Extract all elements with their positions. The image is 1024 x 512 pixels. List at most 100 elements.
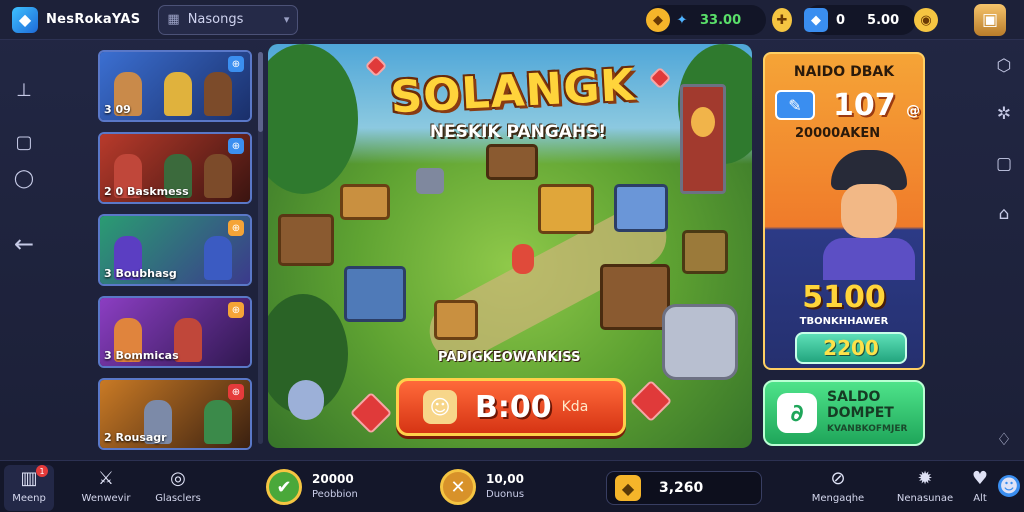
mail-icon[interactable]: ▢: [984, 152, 1024, 176]
resource-coins-value: 5.00: [867, 12, 900, 28]
building-cart[interactable]: [434, 300, 478, 340]
resource-coin-small[interactable]: ✚: [772, 5, 792, 35]
nav-classes[interactable]: ◎ Glasclers: [150, 465, 206, 511]
stone-orb: [288, 380, 324, 420]
game-card[interactable]: ⊕ 3 09: [98, 50, 252, 122]
wallet-line3: KVANBKOFMJER: [827, 424, 908, 434]
promo-sub: 20000AKEN: [795, 126, 881, 141]
stat-bonus-label: Duonus: [486, 489, 525, 500]
left-rail: ⊥ ▢ ◯ ←: [0, 40, 46, 460]
notification-badge: 1: [36, 465, 48, 477]
card-badge: ⊕: [228, 302, 244, 318]
app-window: ◆ NesRokaYAS ▦ Nasongs ▾ ◆ ✦ 33.00 ✚ ◆ 0…: [0, 0, 1024, 512]
promo-buy-button[interactable]: 2200: [795, 332, 907, 364]
nav-missions-label: Mengaqhe: [811, 493, 865, 504]
grid-icon: ▦: [167, 12, 180, 27]
scene-caption: PADIGKEOWANKISS: [438, 350, 581, 365]
coin-balance[interactable]: ◆ 3,260: [606, 471, 762, 505]
resource-crystal-value: 33.00: [700, 12, 742, 28]
app-logo-icon[interactable]: ◆: [12, 6, 38, 33]
game-card[interactable]: ⊕ 3 Boubhasg: [98, 214, 252, 286]
promo-big-value: 107 @: [833, 88, 921, 123]
play-button[interactable]: ☺ B:00 Kda: [396, 378, 626, 436]
wallet-icon: ∂: [777, 393, 817, 433]
stat-bonus[interactable]: ✕ 10,00 Duonus: [440, 467, 524, 507]
stat-trophies-value: 20000: [312, 472, 354, 486]
character-face: [841, 184, 897, 238]
location-icon[interactable]: ◯: [12, 166, 36, 190]
coin-icon: ✚: [772, 8, 792, 32]
building-portal[interactable]: [662, 304, 738, 380]
building-workshop[interactable]: [538, 184, 594, 234]
sword-icon: ⚔: [97, 467, 115, 489]
building-storage[interactable]: [614, 184, 668, 232]
trophy-icon: ✔: [266, 469, 302, 505]
resource-coin-add[interactable]: ◉: [914, 5, 944, 35]
profile-icon[interactable]: ♢: [984, 428, 1024, 452]
gem-icon: ◆: [804, 8, 828, 32]
gear-icon[interactable]: ✲: [984, 102, 1024, 126]
energy-icon: ✦: [676, 12, 688, 28]
building-treasure[interactable]: [600, 264, 670, 330]
game-scene[interactable]: SOLANGK NESKIK PANGAHS! PADIGKEOWANKISS …: [268, 44, 752, 448]
stat-trophies-text: 20000 Peobbion: [312, 471, 358, 503]
hero-figure: [204, 400, 232, 444]
stat-bonus-value: 10,00: [486, 472, 524, 486]
nav-battle-label: Wenwevir: [81, 493, 131, 504]
sliders-icon[interactable]: ⊥: [12, 78, 36, 102]
hero-figure: [204, 236, 232, 280]
game-card[interactable]: ⊕ 3 Bommicas: [98, 296, 252, 368]
gem-icon[interactable]: [349, 391, 393, 435]
unit-figure[interactable]: [512, 244, 534, 274]
nav-battle[interactable]: ⚔ Wenwevir: [76, 465, 136, 511]
nav-profile[interactable]: ☻: [996, 465, 1022, 511]
promo-offer-panel[interactable]: NAIDO DBAK ✎ 107 @ 20000AKEN 5100 TBONKH…: [763, 52, 925, 370]
shop-icon[interactable]: ⌂: [984, 202, 1024, 226]
game-logo-subtitle: NESKIK PANGAHS!: [429, 122, 607, 142]
scrollbar-thumb[interactable]: [258, 52, 263, 132]
compass-icon: ⊘: [830, 467, 846, 489]
resource-crystal[interactable]: ◆ ✦ 33.00: [646, 5, 766, 35]
game-card[interactable]: ⊕ 2 0 Baskmess: [98, 132, 252, 204]
play-button-unit: Kda: [561, 399, 589, 415]
nav-alt-label: Alt: [973, 493, 987, 504]
promo-caption: TBONKHHAWER: [799, 316, 889, 327]
nav-guild-label: Nenasunae: [896, 493, 954, 504]
building-gate[interactable]: [278, 214, 334, 266]
card-badge: ⊕: [228, 220, 244, 236]
stat-bonus-text: 10,00 Duonus: [486, 471, 524, 503]
backpack-icon[interactable]: ▣: [974, 4, 1006, 36]
game-list-scrollbar[interactable]: [258, 52, 263, 444]
building-tower[interactable]: [344, 266, 406, 322]
heart-icon: ♥: [971, 467, 989, 489]
building-barracks[interactable]: [486, 144, 538, 180]
wallet-button[interactable]: ∂ SALDO DOMPET KVANBKOFMJER: [763, 380, 925, 446]
ticket-icon: ✎: [775, 90, 815, 120]
stat-trophies-label: Peobbion: [312, 489, 358, 500]
nav-missions[interactable]: ⊘ Mengaqhe: [808, 465, 868, 511]
nav-classes-label: Glasclers: [155, 493, 201, 504]
resource-energy-value: 0: [836, 12, 846, 28]
nav-home[interactable]: ▥ Meenp 1: [4, 465, 54, 511]
coin-balance-value: 3,260: [659, 480, 704, 496]
gem-icon[interactable]: [629, 379, 673, 423]
chevron-down-icon: ▾: [283, 13, 290, 26]
character-body: [823, 238, 915, 280]
building-cannon[interactable]: [340, 184, 390, 220]
avatar-icon: ☺: [423, 390, 457, 424]
nav-alt[interactable]: ♥ Alt: [966, 465, 994, 511]
nav-guild[interactable]: ✹ Nenasunae: [892, 465, 958, 511]
stat-trophies[interactable]: ✔ 20000 Peobbion: [266, 467, 358, 507]
card-badge: ⊕: [228, 138, 244, 154]
building-hut[interactable]: [682, 230, 728, 274]
back-arrow-icon[interactable]: ←: [12, 230, 36, 258]
promo-character: [823, 150, 915, 280]
wallet-text: SALDO DOMPET KVANBKOFMJER: [827, 389, 907, 437]
inbox-icon[interactable]: ▢: [12, 130, 36, 154]
game-card[interactable]: ⊕ 2 Rousagr: [98, 378, 252, 450]
resource-energy[interactable]: ◆ 0 5.00: [804, 5, 916, 35]
settings-icon[interactable]: ⬡: [984, 54, 1024, 78]
card-label: 2 0 Baskmess: [104, 185, 189, 198]
tab-selector[interactable]: ▦ Nasongs ▾: [158, 4, 299, 35]
building-small[interactable]: [416, 168, 444, 194]
